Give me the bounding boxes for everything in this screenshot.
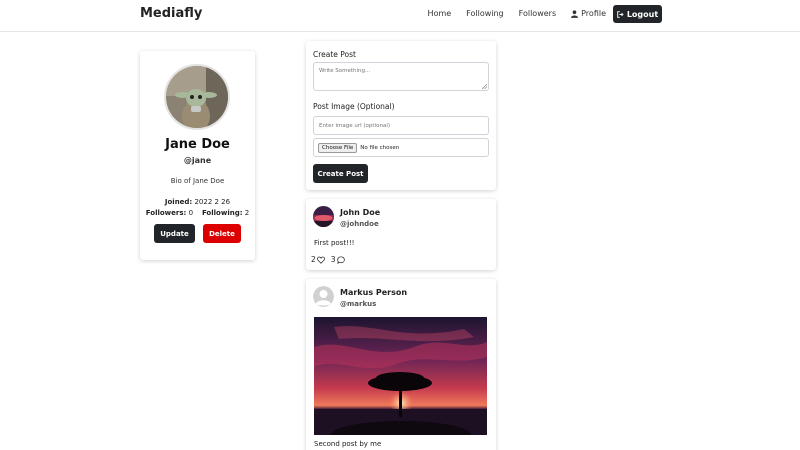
following-label: Following: bbox=[201, 209, 243, 217]
profile-bio: Bio of Jane Doe bbox=[170, 177, 225, 185]
post-author-avatar[interactable] bbox=[313, 206, 334, 227]
post-author-name[interactable]: Markus Person bbox=[340, 288, 407, 297]
profile-follow-stats: Followers: 0 Following: 2 bbox=[140, 209, 255, 217]
profile-avatar-image bbox=[166, 66, 228, 128]
profile-joined: Joined: 2022 2 26 bbox=[140, 198, 255, 206]
following-count: 2 bbox=[244, 209, 250, 217]
post-card: Markus Person @markus Second post by me bbox=[306, 279, 496, 450]
post-stats: 2 3 bbox=[311, 255, 345, 264]
like-count: 2 bbox=[311, 255, 316, 264]
default-avatar-icon bbox=[313, 286, 334, 307]
post-author-handle: @johndoe bbox=[340, 220, 379, 228]
post-author-handle: @markus bbox=[340, 300, 377, 308]
create-post-card: Create Post Post Image (Optional) Choose… bbox=[306, 41, 496, 190]
create-post-button[interactable]: Create Post bbox=[313, 164, 368, 183]
logout-icon bbox=[617, 10, 624, 18]
brand-logo[interactable]: Mediafly bbox=[140, 6, 202, 21]
post-author-name[interactable]: John Doe bbox=[340, 208, 380, 217]
profile-handle: @jane bbox=[183, 156, 212, 165]
logout-label: Logout bbox=[626, 9, 659, 19]
nav-profile-label: Profile bbox=[581, 9, 606, 18]
file-status: No file chosen bbox=[360, 144, 400, 151]
update-button[interactable]: Update bbox=[154, 224, 195, 243]
post-card: John Doe @johndoe First post!!! 2 3 bbox=[306, 199, 496, 270]
post-text: Second post by me bbox=[314, 440, 382, 448]
profile-card: Jane Doe @jane Bio of Jane Doe Joined: 2… bbox=[140, 51, 255, 260]
choose-file-button[interactable]: Choose File bbox=[318, 142, 358, 153]
delete-button[interactable]: Delete bbox=[203, 224, 241, 243]
create-post-title: Create Post bbox=[313, 50, 356, 59]
joined-label: Joined: bbox=[164, 198, 193, 206]
file-input[interactable]: Choose File No file chosen bbox=[313, 138, 489, 157]
nav-link-following[interactable]: Following bbox=[466, 5, 503, 23]
post-image-label: Post Image (Optional) bbox=[313, 102, 395, 111]
nav-link-followers[interactable]: Followers bbox=[519, 5, 556, 23]
avatar-image bbox=[313, 206, 334, 227]
sunset-tree-image bbox=[314, 317, 487, 435]
resize-handle-icon[interactable] bbox=[482, 84, 487, 89]
post-author-avatar[interactable] bbox=[313, 286, 334, 307]
post-text: First post!!! bbox=[314, 239, 355, 247]
heart-icon[interactable] bbox=[316, 256, 325, 264]
post-image bbox=[314, 317, 487, 435]
profile-avatar bbox=[164, 64, 230, 130]
post-text-input[interactable] bbox=[313, 62, 489, 91]
nav-link-home[interactable]: Home bbox=[428, 5, 452, 23]
nav-links: Home Following Followers Profile Logout bbox=[428, 5, 662, 23]
profile-name: Jane Doe bbox=[165, 137, 230, 152]
nav-link-profile[interactable]: Profile bbox=[571, 5, 606, 23]
followers-label: Followers: bbox=[145, 209, 187, 217]
comment-count: 3 bbox=[330, 255, 336, 264]
comment-icon[interactable] bbox=[336, 255, 345, 264]
joined-value: 2022 2 26 bbox=[194, 198, 231, 206]
logout-button[interactable]: Logout bbox=[613, 5, 662, 23]
image-url-input[interactable] bbox=[313, 116, 489, 135]
followers-count: 0 bbox=[188, 209, 194, 217]
user-icon bbox=[571, 10, 579, 18]
navbar: Mediafly Home Following Followers Profil… bbox=[0, 0, 800, 32]
